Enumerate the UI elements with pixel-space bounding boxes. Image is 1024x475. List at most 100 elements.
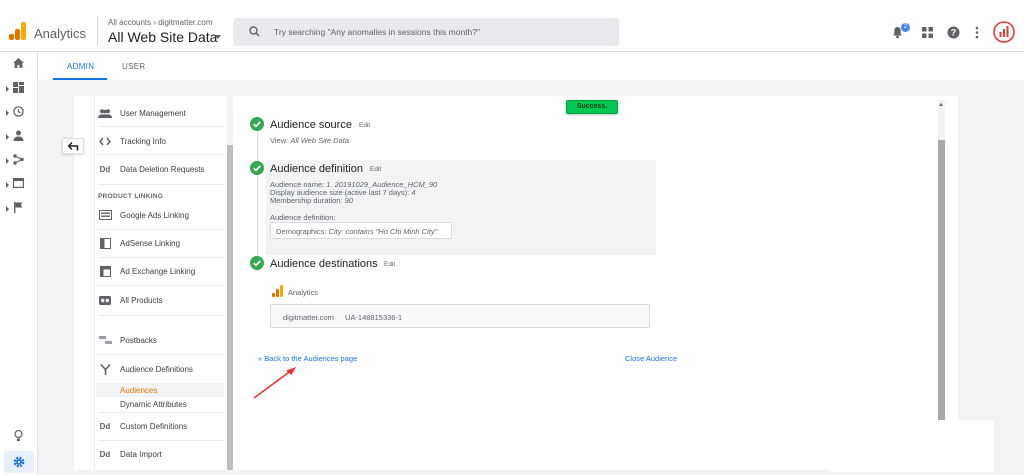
menu-custom-definitions[interactable]: Dd Custom Definitions bbox=[98, 416, 187, 436]
nav-conversions[interactable] bbox=[6, 202, 30, 216]
menu-audiences[interactable]: Audiences bbox=[120, 386, 157, 395]
content-scrollbar-thumb[interactable] bbox=[938, 140, 945, 422]
menu-label: Tracking Info bbox=[120, 136, 166, 146]
menu-divider bbox=[98, 354, 224, 355]
edit-destinations-link[interactable]: Edit bbox=[384, 261, 395, 268]
flag-icon bbox=[14, 202, 23, 213]
all-products-icon bbox=[98, 295, 112, 305]
edit-source-link[interactable]: Edit bbox=[359, 122, 370, 129]
audience-definition-title: Audience definition bbox=[270, 163, 363, 175]
menu-label: User Management bbox=[120, 108, 186, 118]
expand-arrow-icon bbox=[6, 86, 9, 92]
analytics-logo-icon[interactable] bbox=[9, 22, 27, 40]
expand-arrow-icon bbox=[6, 134, 9, 140]
audience-destinations-title: Audience destinations bbox=[270, 258, 378, 270]
menu-user-management[interactable]: User Management bbox=[98, 103, 186, 123]
menu-audience-definitions[interactable]: Audience Definitions bbox=[98, 359, 193, 379]
success-toast: Success. bbox=[566, 100, 618, 114]
apps-grid-icon[interactable] bbox=[922, 27, 933, 38]
menu-label: Custom Definitions bbox=[120, 421, 188, 431]
destination-property-id: UA-148815336-1 bbox=[345, 313, 403, 322]
more-vert-icon[interactable] bbox=[975, 26, 979, 39]
ad-exchange-icon bbox=[98, 265, 112, 277]
nav-customization[interactable] bbox=[6, 82, 30, 96]
menu-label: AdSense Linking bbox=[120, 238, 181, 248]
view-value: All Web Site Data bbox=[290, 136, 349, 145]
search-input[interactable]: Try searching "Any anomalies in sessions… bbox=[274, 27, 480, 37]
menu-tracking-info[interactable]: Tracking Info bbox=[98, 131, 166, 151]
nav-audience[interactable] bbox=[6, 130, 30, 144]
analytics-small-logo-icon bbox=[272, 285, 283, 297]
behavior-icon bbox=[13, 178, 24, 188]
code-icon bbox=[98, 136, 112, 146]
expand-arrow-icon bbox=[6, 158, 9, 164]
main-panel bbox=[74, 96, 958, 470]
menu-divider bbox=[98, 184, 224, 185]
source-view-line: View: All Web Site Data bbox=[270, 136, 349, 145]
demographics-condition: Demographics: City: contains "Ho Chi Min… bbox=[270, 222, 452, 239]
menu-label: Google Ads Linking bbox=[120, 210, 189, 220]
account-avatar-icon[interactable] bbox=[993, 21, 1015, 43]
nav-realtime[interactable] bbox=[6, 106, 30, 120]
menu-divider bbox=[98, 412, 224, 413]
menu-all-products[interactable]: All Products bbox=[98, 290, 163, 310]
menu-label: Postbacks bbox=[120, 335, 157, 345]
home-icon[interactable] bbox=[13, 58, 24, 68]
tab-user[interactable]: USER bbox=[122, 62, 145, 71]
nav-behavior[interactable] bbox=[6, 178, 30, 192]
menu-divider bbox=[98, 315, 224, 316]
gear-icon[interactable] bbox=[13, 456, 25, 468]
active-tab-indicator bbox=[53, 78, 107, 80]
menu-label: Ad Exchange Linking bbox=[120, 266, 196, 276]
arrow-back-icon bbox=[68, 142, 79, 151]
menu-divider bbox=[98, 154, 224, 155]
annotation-arrow-icon bbox=[253, 367, 296, 399]
scroll-up-arrow-icon[interactable] bbox=[939, 103, 943, 106]
edit-definition-link[interactable]: Edit bbox=[370, 166, 381, 173]
menu-data-import[interactable]: Dd Data Import bbox=[98, 444, 162, 464]
view-label: View: bbox=[270, 136, 289, 145]
clock-icon bbox=[13, 106, 24, 117]
menu-dynamic-attributes[interactable]: Dynamic Attributes bbox=[120, 400, 187, 409]
menu-divider bbox=[98, 229, 224, 230]
app-name[interactable]: Analytics bbox=[34, 26, 86, 41]
close-audience-link[interactable]: Close Audience bbox=[625, 354, 677, 363]
search-bar[interactable]: Try searching "Any anomalies in sessions… bbox=[233, 18, 619, 46]
destination-product: Analytics bbox=[288, 288, 319, 297]
membership-duration-label: Membership duration: bbox=[270, 196, 343, 205]
check-circle-icon bbox=[250, 117, 264, 131]
adsense-icon bbox=[98, 237, 112, 249]
svg-text:?: ? bbox=[951, 28, 957, 38]
audience-source-title: Audience source bbox=[270, 119, 352, 131]
selected-item-highlight bbox=[96, 383, 224, 397]
menu-google-ads-linking[interactable]: Google Ads Linking bbox=[98, 205, 189, 225]
menu-data-deletion[interactable]: Dd Data Deletion Requests bbox=[98, 159, 205, 179]
menu-label: Data Import bbox=[120, 449, 162, 459]
menu-scrollbar-thumb[interactable] bbox=[227, 145, 233, 470]
expand-arrow-icon bbox=[6, 182, 9, 188]
account-breadcrumb[interactable]: All accounts › digitmatter.com bbox=[108, 18, 212, 27]
check-circle-icon bbox=[250, 161, 264, 175]
help-icon[interactable]: ? bbox=[947, 26, 960, 39]
menu-adsense-linking[interactable]: AdSense Linking bbox=[98, 233, 180, 253]
dd-icon: Dd bbox=[99, 164, 111, 174]
menu-label: Audience Definitions bbox=[120, 364, 193, 374]
postbacks-icon bbox=[98, 335, 112, 345]
expand-arrow-icon bbox=[6, 206, 9, 212]
menu-divider bbox=[98, 440, 224, 441]
view-selector[interactable]: All Web Site Data bbox=[108, 29, 217, 45]
demographics-value: City: contains "Ho Chi Minh City" bbox=[328, 227, 438, 236]
step-timeline bbox=[257, 131, 258, 271]
person-icon bbox=[13, 130, 24, 141]
search-icon bbox=[249, 26, 260, 37]
lightbulb-icon[interactable] bbox=[14, 430, 23, 442]
menu-postbacks[interactable]: Postbacks bbox=[98, 330, 157, 350]
tab-admin[interactable]: ADMIN bbox=[67, 62, 94, 71]
back-button[interactable] bbox=[62, 138, 84, 154]
nav-acquisition[interactable] bbox=[6, 154, 30, 168]
menu-ad-exchange-linking[interactable]: Ad Exchange Linking bbox=[98, 261, 195, 281]
menu-border bbox=[94, 96, 95, 470]
chevron-down-icon[interactable] bbox=[215, 35, 221, 39]
menu-label: All Products bbox=[120, 295, 163, 305]
menu-divider bbox=[98, 257, 224, 258]
